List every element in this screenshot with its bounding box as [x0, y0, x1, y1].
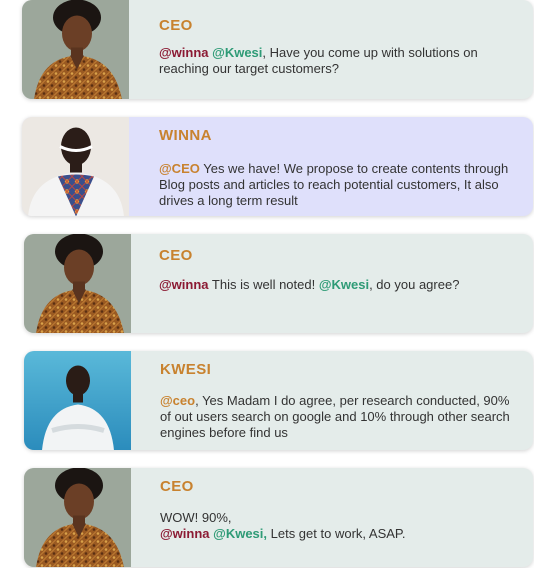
- sender-name: CEO: [159, 17, 193, 34]
- message-card-ceo-1: CEO @winna @Kwesi, Have you come up with…: [22, 0, 533, 99]
- sender-name: WINNA: [159, 127, 212, 144]
- message-body-end: , do you agree?: [369, 277, 460, 292]
- message-text: @winna This is well noted! @Kwesi, do yo…: [159, 277, 515, 293]
- message-line-2: @winna @Kwesi, Lets get to work, ASAP.: [160, 526, 516, 542]
- sender-name: KWESI: [160, 361, 212, 378]
- mention-winna[interactable]: @winna: [160, 526, 210, 541]
- message-body: This is well noted!: [208, 277, 319, 292]
- kwesi-avatar: [24, 351, 131, 450]
- winna-avatar: [22, 117, 129, 216]
- message-text: @CEO Yes we have! We propose to create c…: [159, 161, 515, 209]
- sender-name: CEO: [160, 478, 194, 495]
- message-line-1: WOW! 90%,: [160, 510, 232, 525]
- message-text: @winna @Kwesi, Have you come up with sol…: [159, 45, 515, 77]
- ceo-avatar: [22, 0, 129, 99]
- message-text: @ceo, Yes Madam I do agree, per research…: [160, 393, 516, 441]
- message-text: WOW! 90%, @winna @Kwesi, Lets get to wor…: [160, 510, 516, 542]
- message-card-kwesi: KWESI @ceo, Yes Madam I do agree, per re…: [24, 351, 533, 450]
- message-card-ceo-2: CEO @winna This is well noted! @Kwesi, d…: [24, 234, 533, 333]
- mention-kwesi[interactable]: @Kwesi: [319, 277, 369, 292]
- ceo-avatar: [24, 468, 131, 567]
- sender-name: CEO: [159, 247, 193, 264]
- message-body: , Yes Madam I do agree, per research con…: [160, 393, 510, 440]
- message-card-ceo-3: CEO WOW! 90%, @winna @Kwesi, Lets get to…: [24, 468, 533, 567]
- message-body: Lets get to work, ASAP.: [267, 526, 406, 541]
- mention-kwesi[interactable]: @Kwesi,: [213, 526, 267, 541]
- mention-winna[interactable]: @winna: [159, 277, 209, 292]
- ceo-avatar: [24, 234, 131, 333]
- message-card-winna: WINNA @CEO Yes we have! We propose to cr…: [22, 117, 533, 216]
- mention-ceo[interactable]: @ceo: [160, 393, 195, 408]
- mention-ceo[interactable]: @CEO: [159, 161, 200, 176]
- mention-kwesi[interactable]: @Kwesi: [212, 45, 262, 60]
- message-body: Yes we have! We propose to create conten…: [159, 161, 509, 208]
- mention-winna[interactable]: @winna: [159, 45, 209, 60]
